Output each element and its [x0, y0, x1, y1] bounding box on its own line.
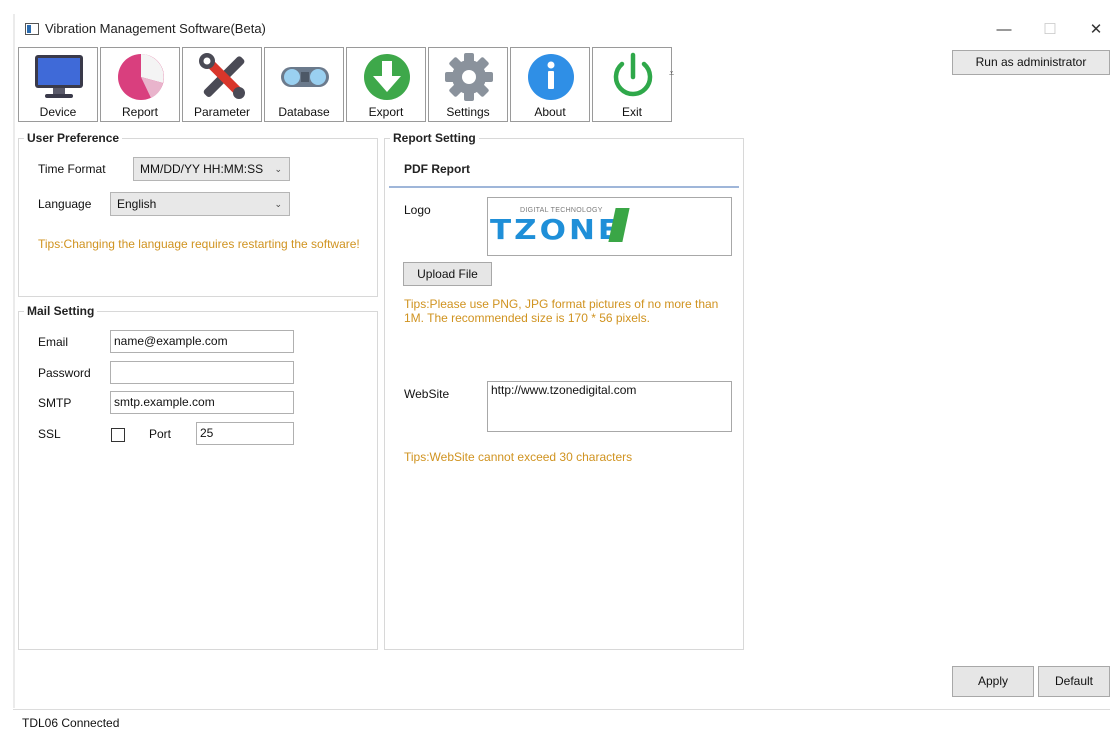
logo-brand: TZONE [490, 213, 623, 247]
smtp-label: SMTP [38, 396, 72, 410]
toolbar-parameter-button[interactable]: Parameter [182, 47, 262, 122]
language-select[interactable]: English ⌄ [110, 192, 290, 216]
power-icon [613, 52, 653, 97]
email-label: Email [38, 335, 69, 349]
toolbar-device-button[interactable]: Device [18, 47, 98, 122]
wrench-screwdriver-icon [199, 53, 245, 99]
toolbar-settings-button[interactable]: Settings [428, 47, 508, 122]
connection-status: TDL06 Connected [22, 716, 120, 730]
status-bar: TDL06 Connected [13, 709, 1110, 730]
toolbar-database-button[interactable]: Database [264, 47, 344, 122]
download-icon [364, 54, 410, 100]
website-field[interactable]: http://www.tzonedigital.com [487, 381, 732, 432]
chevron-down-icon: ⌄ [274, 199, 282, 209]
app-icon [25, 23, 39, 35]
toolbar-exit-button[interactable]: Exit [592, 47, 672, 122]
mail-setting-title: Mail Setting [27, 304, 95, 318]
toolbar-exit-label: Exit [621, 105, 642, 119]
binoculars-icon [281, 67, 329, 87]
apply-button[interactable]: Apply [952, 666, 1034, 697]
close-button[interactable]: ✕ [1081, 20, 1110, 40]
maximize-button[interactable]: ☐ [1035, 20, 1065, 40]
tab-underline [389, 186, 739, 188]
info-icon [528, 54, 574, 100]
upload-file-button[interactable]: Upload File [403, 262, 492, 286]
language-tip: Tips:Changing the language requires rest… [38, 237, 360, 251]
toolbar-export-button[interactable]: Export [346, 47, 426, 122]
password-field[interactable] [110, 361, 294, 384]
mail-setting-group: Mail Setting [18, 304, 378, 650]
toolbar-parameter-label: Parameter [193, 105, 251, 119]
default-button[interactable]: Default [1038, 666, 1110, 697]
run-as-administrator-button[interactable]: Run as administrator [952, 50, 1110, 75]
toolbar-about-label: About [534, 105, 566, 119]
monitor-icon [35, 55, 83, 98]
pie-chart-icon [118, 54, 164, 100]
minimize-button[interactable]: — [989, 20, 1019, 40]
window-title: Vibration Management Software(Beta) [45, 21, 266, 36]
port-label: Port [149, 427, 172, 441]
logo-label: Logo [404, 203, 431, 217]
email-field[interactable]: name@example.com [110, 330, 294, 353]
website-tip: Tips:WebSite cannot exceed 30 characters [404, 450, 633, 464]
toolbar-report-button[interactable]: Report [100, 47, 180, 122]
logo-tip: Tips:Please use PNG, JPG format pictures… [404, 297, 719, 325]
gear-icon [445, 53, 493, 101]
toolbar-settings-label: Settings [446, 105, 490, 119]
toolbar-export-label: Export [368, 105, 404, 119]
port-field[interactable]: 25 [196, 422, 294, 445]
main-toolbar: Device Report Parameter Database Export … [15, 46, 682, 124]
toolbar-report-label: Report [121, 105, 159, 119]
password-label: Password [38, 366, 91, 380]
user-preference-title: User Preference [27, 131, 120, 145]
ssl-label: SSL [38, 427, 61, 441]
time-format-select[interactable]: MM/DD/YY HH:MM:SS ⌄ [133, 157, 290, 181]
language-value: English [117, 197, 157, 211]
language-label: Language [38, 197, 92, 211]
logo-preview: DIGITAL TECHNOLOGY TZONE [487, 197, 732, 256]
toolbar-overflow-icon[interactable]: ⩡ [669, 68, 674, 79]
time-format-value: MM/DD/YY HH:MM:SS [140, 162, 264, 176]
toolbar-device-label: Device [39, 105, 77, 119]
title-bar: Vibration Management Software(Beta) — ☐ … [15, 14, 1110, 45]
toolbar-database-label: Database [278, 105, 330, 119]
toolbar-about-button[interactable]: About [510, 47, 590, 122]
chevron-down-icon: ⌄ [274, 164, 282, 174]
time-format-label: Time Format [38, 162, 106, 176]
report-setting-title: Report Setting [393, 131, 476, 145]
pdf-report-tab[interactable]: PDF Report [404, 162, 470, 176]
ssl-checkbox[interactable] [111, 428, 125, 442]
website-label: WebSite [404, 387, 450, 401]
smtp-field[interactable]: smtp.example.com [110, 391, 294, 414]
